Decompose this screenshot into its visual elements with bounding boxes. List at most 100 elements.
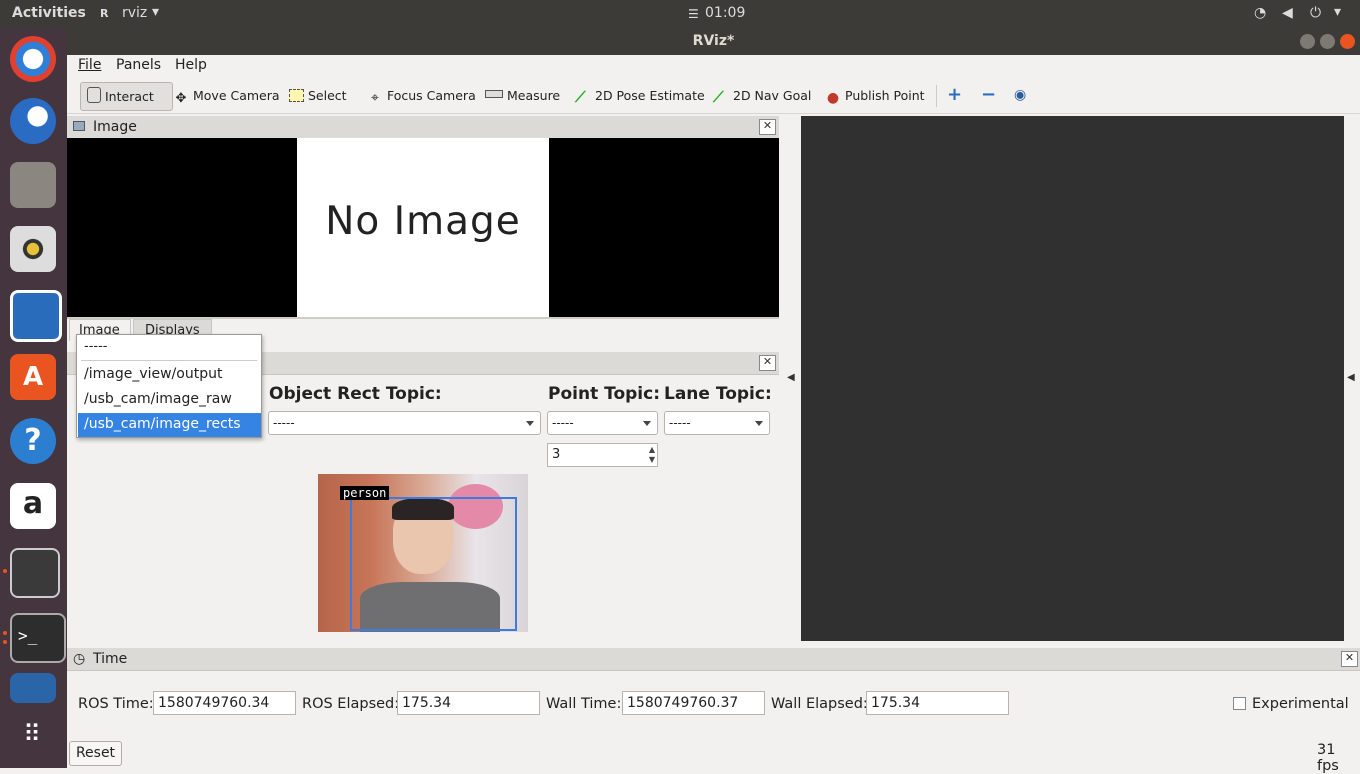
- launcher-dock: A ? a >_ ⠿: [0, 28, 67, 768]
- wall-elapsed-label: Wall Elapsed:: [771, 696, 868, 712]
- image-view: No Image: [67, 138, 779, 317]
- chromium-icon[interactable]: [10, 36, 56, 82]
- reset-button[interactable]: Reset: [69, 741, 122, 766]
- close-plugin-panel-icon[interactable]: ✕: [759, 355, 776, 371]
- green-arrow-icon: ⟋: [575, 88, 586, 106]
- tool-publish-point[interactable]: ● Publish Point: [819, 82, 925, 109]
- tool-measure[interactable]: Measure: [479, 82, 560, 109]
- terminal-icon[interactable]: >_: [10, 613, 66, 663]
- ros-time-label: ROS Time:: [78, 696, 154, 712]
- chevron-down-icon: [526, 421, 534, 426]
- ruler-icon: [485, 90, 503, 98]
- collapse-left-icon[interactable]: ◀: [787, 372, 795, 383]
- running-indicator: [3, 640, 7, 644]
- minimize-icon[interactable]: [1300, 34, 1315, 49]
- green-arrow-icon: ⟋: [713, 88, 724, 106]
- maximize-icon[interactable]: [1320, 34, 1335, 49]
- tool-bar: Interact ✥ Move Camera Select ⌖ Focus Came…: [67, 78, 1360, 114]
- chevron-down-icon: [755, 421, 763, 426]
- software-center-icon[interactable]: A: [10, 354, 56, 400]
- map-pin-icon: ●: [826, 90, 840, 106]
- render-view-3d[interactable]: [801, 116, 1344, 641]
- wall-time-field[interactable]: 1580749760.37: [622, 691, 765, 715]
- add-tool-icon[interactable]: +: [947, 86, 962, 104]
- dropdown-option[interactable]: /usb_cam/image_raw: [84, 391, 232, 407]
- clock-icon: ◷: [73, 651, 86, 667]
- camera-image: person: [318, 474, 528, 632]
- tool-2d-pose-estimate[interactable]: ⟋ 2D Pose Estimate: [569, 82, 705, 109]
- close-icon[interactable]: [1340, 34, 1355, 49]
- menu-panels[interactable]: Panels: [116, 57, 161, 73]
- fps-status: 31 fps: [1317, 742, 1339, 774]
- collapse-right-icon[interactable]: ◀: [1347, 372, 1355, 383]
- lane-topic-select[interactable]: -----: [664, 411, 770, 435]
- image-panel-title: Image: [93, 119, 137, 135]
- window-title: RViz*: [692, 33, 735, 49]
- running-indicator: [3, 631, 7, 635]
- view-eye-icon[interactable]: ◉: [1014, 87, 1026, 103]
- close-image-panel-icon[interactable]: ✕: [759, 119, 776, 135]
- tool-focus-camera[interactable]: ⌖ Focus Camera: [361, 82, 476, 109]
- point-topic-select[interactable]: -----: [547, 411, 658, 435]
- wall-time-label: Wall Time:: [546, 696, 622, 712]
- window-title-bar[interactable]: RViz*: [67, 28, 1360, 55]
- time-panel-title: Time: [93, 651, 128, 667]
- show-apps-icon[interactable]: ⠿: [10, 716, 56, 762]
- dropdown-option[interactable]: -----: [84, 339, 107, 354]
- rviz-dock-icon[interactable]: [10, 548, 60, 598]
- detection-box: [350, 497, 517, 631]
- clock[interactable]: 01:09: [705, 5, 745, 21]
- system-menu-arrow-icon[interactable]: ▾: [1334, 4, 1341, 20]
- rviz-app-icon: R: [100, 7, 109, 20]
- rhythmbox-icon[interactable]: [10, 226, 56, 272]
- writer-icon[interactable]: [10, 290, 62, 342]
- dropdown-option-selected[interactable]: /usb_cam/image_rects: [78, 413, 261, 437]
- remove-tool-icon[interactable]: −: [981, 86, 996, 104]
- ros-elapsed-label: ROS Elapsed:: [302, 696, 400, 712]
- app-menu[interactable]: rviz: [122, 5, 147, 21]
- volume-icon[interactable]: ◀: [1282, 5, 1293, 21]
- menu-bar: File Panels Help: [67, 55, 1360, 78]
- help-icon[interactable]: ?: [10, 418, 56, 464]
- spin-arrows-icon[interactable]: ▲ ▼: [649, 445, 655, 465]
- amazon-icon[interactable]: a: [10, 483, 56, 529]
- chevron-down-icon: [643, 421, 651, 426]
- running-indicator: [3, 569, 7, 573]
- time-panel-header: ◷ Time ✕: [67, 648, 1360, 671]
- dropdown-option[interactable]: /image_view/output: [84, 366, 222, 382]
- object-rect-topic-select[interactable]: -----: [268, 411, 541, 435]
- object-rect-topic-label: Object Rect Topic:: [269, 384, 442, 404]
- toolbar-separator: [936, 85, 937, 107]
- experimental-label: Experimental: [1252, 696, 1349, 712]
- tool-select[interactable]: Select: [283, 82, 347, 109]
- spin-box[interactable]: 3 ▲ ▼: [547, 443, 658, 467]
- thunderbird-icon[interactable]: [10, 98, 56, 144]
- menu-file[interactable]: File: [78, 57, 101, 73]
- system-top-bar: Activities R rviz ▾ ☰ 01:09 ◔ ◀ ⏻ ▾: [0, 0, 1360, 28]
- close-time-panel-icon[interactable]: ✕: [1341, 651, 1358, 667]
- lane-topic-label: Lane Topic:: [664, 384, 772, 404]
- wall-elapsed-field[interactable]: 175.34: [866, 691, 1009, 715]
- ros-elapsed-field[interactable]: 175.34: [397, 691, 540, 715]
- notification-icon: ☰: [688, 7, 699, 21]
- select-box-icon: [289, 89, 304, 102]
- files-icon[interactable]: [10, 162, 56, 208]
- power-icon[interactable]: ⏻: [1310, 5, 1321, 21]
- focus-icon: ⌖: [371, 90, 379, 106]
- app-icon[interactable]: [10, 673, 56, 703]
- topic-dropdown: ----- /image_view/output /usb_cam/image_…: [76, 334, 262, 438]
- detection-label: person: [340, 486, 390, 500]
- experimental-checkbox[interactable]: [1233, 697, 1246, 710]
- ros-time-field[interactable]: 1580749760.34: [153, 691, 296, 715]
- wifi-icon[interactable]: ◔: [1254, 5, 1266, 21]
- tool-move-camera[interactable]: ✥ Move Camera: [167, 82, 280, 109]
- move-icon: ✥: [175, 91, 187, 106]
- dropdown-separator: [81, 360, 257, 361]
- tool-interact[interactable]: Interact: [80, 82, 173, 111]
- tool-2d-nav-goal[interactable]: ⟋ 2D Nav Goal: [707, 82, 811, 109]
- hand-icon: [87, 87, 101, 103]
- activities-button[interactable]: Activities: [12, 5, 86, 21]
- menu-help[interactable]: Help: [175, 57, 207, 73]
- image-panel-icon: [73, 121, 85, 131]
- no-image-placeholder: No Image: [297, 138, 549, 317]
